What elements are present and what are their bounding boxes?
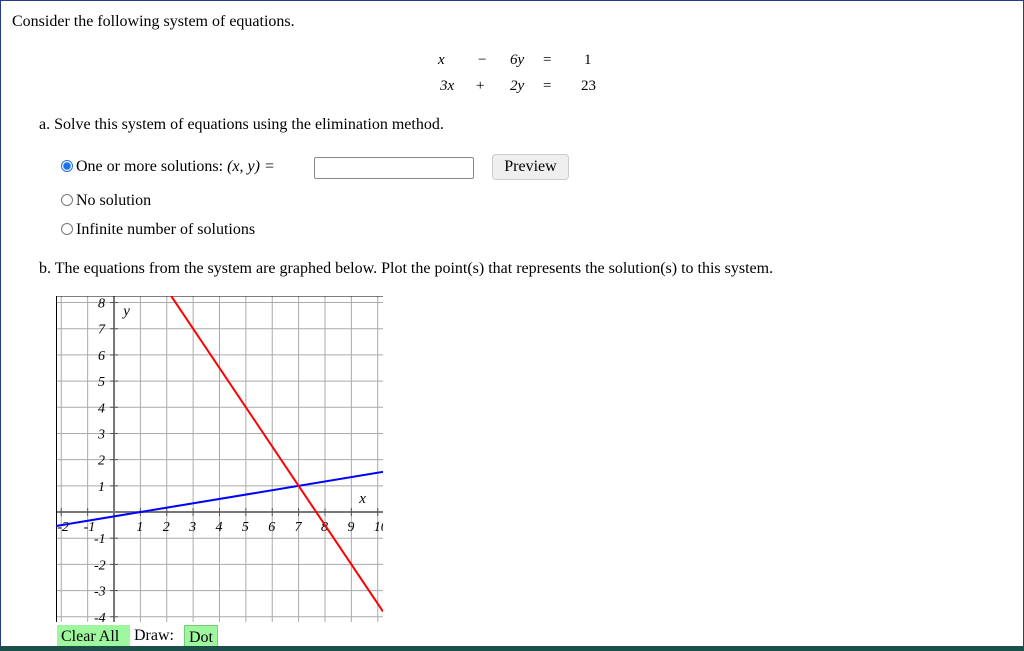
y-tick-label: -2 <box>94 558 106 573</box>
y-tick-label: 1 <box>98 480 105 495</box>
eq1-rhs: 1 <box>584 52 592 68</box>
part-a-prompt: a. Solve this system of equations using … <box>39 116 444 133</box>
part-b-prompt: b. The equations from the system are gra… <box>39 260 774 277</box>
eq2-op: + <box>476 78 485 94</box>
radio-one-or-more[interactable] <box>61 160 73 172</box>
y-tick-label: 3 <box>97 427 105 442</box>
y-tick-label: -4 <box>94 611 106 622</box>
bottom-bar <box>0 646 1024 651</box>
eq2-equals: = <box>543 78 552 94</box>
option-label: One or more solutions: <box>76 158 228 175</box>
option-one-or-more[interactable]: One or more solutions: (x, y) = <box>61 158 275 176</box>
eq1-op: − <box>478 52 487 68</box>
preview-button[interactable]: Preview <box>492 154 569 180</box>
x-tick-label: 5 <box>242 520 249 535</box>
y-tick-label: 8 <box>98 297 105 312</box>
x-axis-label: x <box>358 491 366 507</box>
x-tick-label: 1 <box>136 520 143 535</box>
y-tick-label: -3 <box>94 585 106 600</box>
intro-text: Consider the following system of equatio… <box>12 13 295 30</box>
option-no-solution[interactable]: No solution <box>61 192 151 210</box>
y-tick-label: 5 <box>98 375 105 390</box>
graph-canvas[interactable]: -2-112345678910-4-3-2-112345678xy <box>56 296 383 622</box>
eq1-equals: = <box>543 52 552 68</box>
radio-infinite[interactable] <box>61 223 73 235</box>
eq2-term-b: 2y <box>510 78 525 94</box>
x-tick-label: 10 <box>374 520 383 535</box>
dot-tool-button[interactable]: Dot <box>184 625 218 648</box>
y-tick-label: 4 <box>98 401 105 416</box>
x-tick-label: 6 <box>268 520 275 535</box>
y-axis-label: y <box>121 304 130 320</box>
eq2-term-a: 3x <box>440 78 455 94</box>
radio-no-solution[interactable] <box>61 194 73 206</box>
y-tick-label: 6 <box>98 349 105 364</box>
x-tick-label: 2 <box>163 520 170 535</box>
y-tick-label: 2 <box>98 454 105 469</box>
y-tick-label: -1 <box>94 532 106 547</box>
eq2-rhs: 23 <box>581 78 596 94</box>
eq1-term-a: x <box>438 52 445 68</box>
x-tick-label: 7 <box>295 520 303 535</box>
option-label: Infinite number of solutions <box>76 221 256 238</box>
x-tick-label: 3 <box>188 520 196 535</box>
clear-all-button[interactable]: Clear All <box>57 625 130 648</box>
option-math: (x, y) = <box>227 158 275 175</box>
x-tick-label: 4 <box>216 520 223 535</box>
draw-label: Draw: <box>134 627 174 644</box>
option-label: No solution <box>76 192 152 209</box>
x-tick-label: -2 <box>57 520 69 535</box>
y-tick-label: 7 <box>98 323 106 338</box>
solution-input[interactable] <box>314 157 474 179</box>
eq1-term-b: 6y <box>510 52 525 68</box>
x-tick-label: 9 <box>347 520 354 535</box>
option-infinite[interactable]: Infinite number of solutions <box>61 221 255 239</box>
